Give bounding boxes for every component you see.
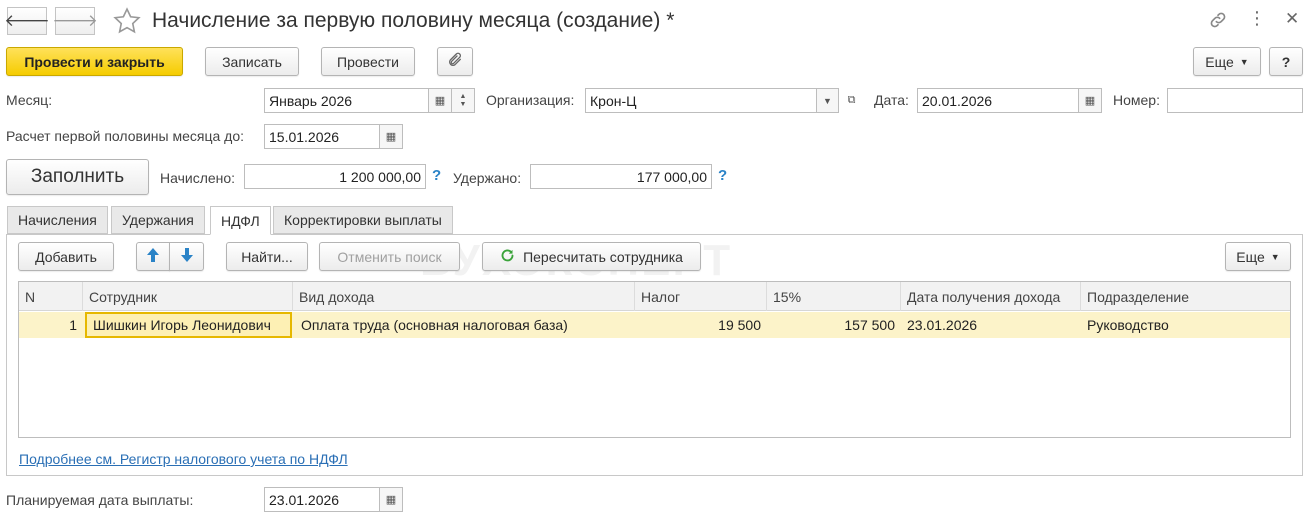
panel-more-button[interactable]: Еще ▼ xyxy=(1225,242,1291,271)
column-header-employee[interactable]: Сотрудник xyxy=(83,282,293,311)
accrued-field: 1 200 000,00 xyxy=(244,164,426,189)
caret-down-icon: ▼ xyxy=(823,95,832,106)
move-down-button[interactable] xyxy=(169,242,204,271)
tab-payment-adjustments[interactable]: Корректировки выплаты xyxy=(273,206,453,234)
close-icon[interactable]: ✕ xyxy=(1285,9,1299,29)
withheld-label: Удержано: xyxy=(453,170,522,186)
link-icon[interactable] xyxy=(1208,10,1228,33)
save-button[interactable]: Записать xyxy=(205,47,299,76)
cell-department[interactable]: Руководство xyxy=(1081,312,1290,338)
date-field[interactable]: 20.01.2026 xyxy=(917,88,1079,113)
fill-button[interactable]: Заполнить xyxy=(6,159,149,195)
attach-button[interactable] xyxy=(437,47,473,76)
arrow-left-icon: 🡐 xyxy=(4,11,50,30)
column-header-rate-15[interactable]: 15% xyxy=(767,282,901,311)
withheld-help-icon[interactable]: ? xyxy=(718,167,727,184)
arrow-up-icon xyxy=(146,247,160,266)
cell-income-date[interactable]: 23.01.2026 xyxy=(901,312,1081,338)
refresh-icon xyxy=(500,248,515,266)
column-header-tax[interactable]: Налог xyxy=(635,282,767,311)
cell-rate-15[interactable]: 157 500 xyxy=(767,312,901,338)
favorite-star-icon[interactable] xyxy=(112,6,142,39)
calendar-icon: ▦ xyxy=(385,494,397,506)
cell-tax[interactable]: 19 500 xyxy=(635,312,767,338)
ndfl-register-link[interactable]: Подробнее см. Регистр налогового учета п… xyxy=(19,451,348,467)
planned-date-field[interactable]: 23.01.2026 xyxy=(264,487,380,512)
date-label: Дата: xyxy=(874,92,909,108)
back-button[interactable]: 🡐 xyxy=(4,7,50,35)
more-button[interactable]: Еще ▼ xyxy=(1193,47,1261,76)
month-field[interactable]: Январь 2026 xyxy=(264,88,429,113)
organization-dropdown-button[interactable]: ▼ xyxy=(816,88,839,113)
month-spin-button[interactable]: ▲ ▼ xyxy=(451,88,475,113)
table-header: N Сотрудник Вид дохода Налог 15% Дата по… xyxy=(19,282,1290,311)
window-title: Начисление за первую половину месяца (со… xyxy=(152,9,675,32)
calendar-icon: ▦ xyxy=(434,95,446,107)
more-button-label: Еще xyxy=(1205,53,1234,70)
spin-down-icon: ▼ xyxy=(459,100,467,108)
calendar-icon: ▦ xyxy=(385,131,397,143)
planned-date-calendar-button[interactable]: ▦ xyxy=(379,487,403,512)
date-calendar-button[interactable]: ▦ xyxy=(1078,88,1102,113)
post-and-close-button[interactable]: Провести и закрыть xyxy=(6,47,183,76)
calc-until-label: Расчет первой половины месяца до: xyxy=(6,128,244,144)
calendar-icon: ▦ xyxy=(1084,95,1096,107)
caret-down-icon: ▼ xyxy=(1270,251,1280,262)
cell-number[interactable]: 1 xyxy=(19,312,83,338)
ndfl-table[interactable]: N Сотрудник Вид дохода Налог 15% Дата по… xyxy=(18,281,1291,438)
calc-until-calendar-button[interactable]: ▦ xyxy=(379,124,403,149)
calc-until-field[interactable]: 15.01.2026 xyxy=(264,124,380,149)
arrow-down-icon xyxy=(180,247,194,266)
cell-employee[interactable]: Шишкин Игорь Леонидович xyxy=(85,312,292,338)
column-header-income-date[interactable]: Дата получения дохода xyxy=(901,282,1081,311)
forward-button[interactable]: 🡒 xyxy=(52,7,98,35)
recalculate-employee-button[interactable]: Пересчитать сотрудника xyxy=(482,242,701,271)
find-button[interactable]: Найти... xyxy=(226,242,308,271)
month-calendar-button[interactable]: ▦ xyxy=(428,88,452,113)
move-up-button[interactable] xyxy=(136,242,170,271)
column-header-income-type[interactable]: Вид дохода xyxy=(293,282,635,311)
help-button[interactable]: ? xyxy=(1269,47,1303,76)
organization-field[interactable]: Крон-Ц xyxy=(585,88,817,113)
tab-deductions[interactable]: Удержания xyxy=(111,206,205,234)
spin-up-icon: ▲ xyxy=(459,92,467,100)
planned-date-label: Планируемая дата выплаты: xyxy=(6,492,194,508)
cell-income-type[interactable]: Оплата труда (основная налоговая база) xyxy=(295,312,635,338)
open-window-icon: ⧉ xyxy=(847,94,856,106)
column-header-department[interactable]: Подразделение xyxy=(1081,282,1290,311)
organization-open-button[interactable]: ⧉ xyxy=(840,88,863,113)
arrow-right-icon: 🡒 xyxy=(52,11,98,30)
table-row[interactable]: 1 Шишкин Игорь Леонидович Оплата труда (… xyxy=(19,312,1290,338)
cancel-search-button[interactable]: Отменить поиск xyxy=(319,242,460,271)
column-header-number[interactable]: N xyxy=(19,282,83,311)
withheld-field: 177 000,00 xyxy=(530,164,712,189)
post-button[interactable]: Провести xyxy=(321,47,415,76)
more-menu-icon[interactable]: ⋮ xyxy=(1248,8,1266,29)
tab-accruals[interactable]: Начисления xyxy=(7,206,108,234)
month-label: Месяц: xyxy=(6,92,53,108)
paperclip-icon xyxy=(447,52,463,71)
number-field[interactable] xyxy=(1167,88,1303,113)
caret-down-icon: ▼ xyxy=(1239,56,1249,67)
add-button[interactable]: Добавить xyxy=(18,242,114,271)
organization-label: Организация: xyxy=(486,92,575,108)
number-label: Номер: xyxy=(1113,92,1160,108)
tab-ndfl[interactable]: НДФЛ xyxy=(210,206,271,235)
accrued-help-icon[interactable]: ? xyxy=(432,167,441,184)
panel-more-label: Еще xyxy=(1236,248,1265,265)
accrued-label: Начислено: xyxy=(160,170,236,186)
recalculate-employee-label: Пересчитать сотрудника xyxy=(523,248,683,265)
